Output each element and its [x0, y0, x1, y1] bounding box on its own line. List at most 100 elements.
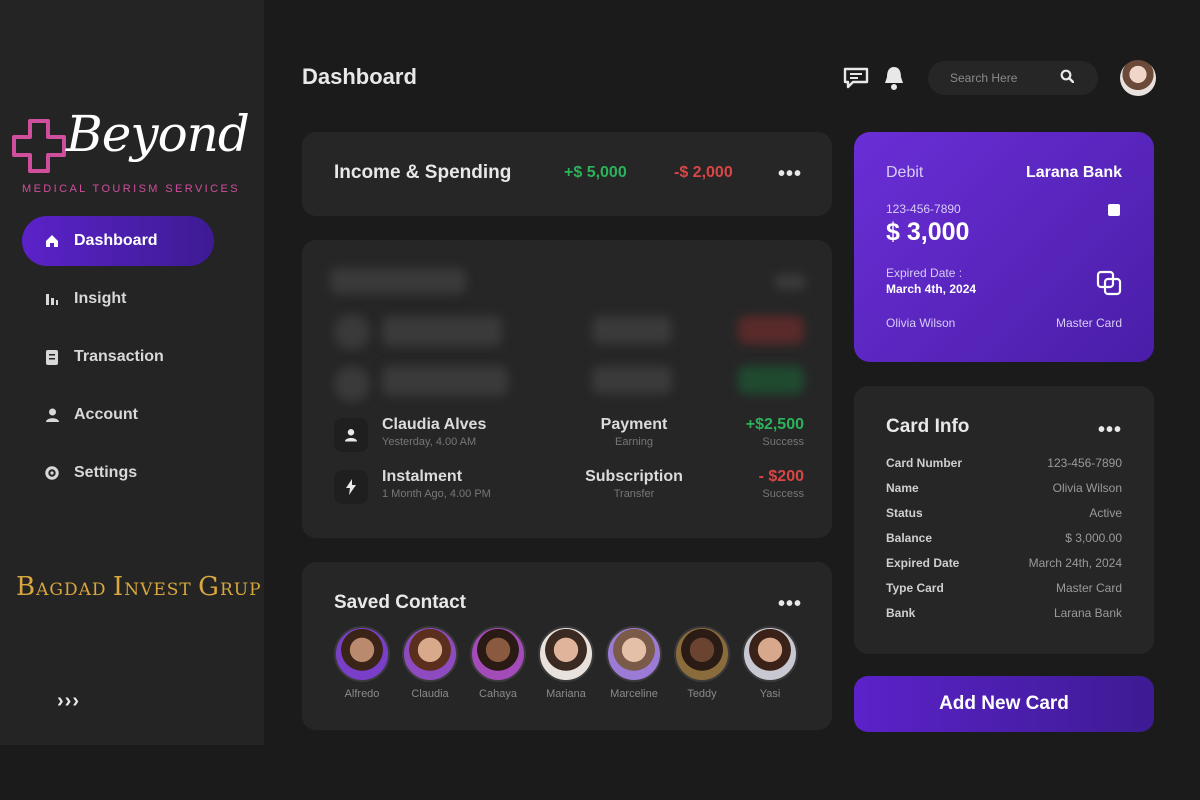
transaction-type: Subscription	[585, 468, 683, 485]
transaction-name: Claudia Alves	[382, 416, 487, 433]
card-info-value: Olivia Wilson	[1052, 481, 1122, 495]
contact-avatar	[674, 626, 730, 682]
card-chip-icon	[1108, 204, 1120, 216]
blurred-action	[774, 274, 806, 290]
card-info-row: Type Card Master Card	[886, 581, 1122, 601]
sidebar-item-dashboard[interactable]: Dashboard	[22, 216, 214, 266]
sidebar-item-label: Transaction	[74, 348, 164, 365]
user-avatar[interactable]	[1120, 60, 1156, 96]
contact-name: Mariana	[546, 688, 586, 700]
card-info-title: Card Info	[886, 416, 970, 437]
card-info-value: Master Card	[1055, 581, 1122, 595]
card-info-value: 123-456-7890	[1047, 456, 1122, 470]
contact-item[interactable]: Marceline	[602, 626, 666, 700]
card-info-row: Name Olivia Wilson	[886, 481, 1122, 501]
contact-name: Alfredo	[344, 688, 380, 700]
brand-logo[interactable]: Beyond MEDICAL TOURISM SERVICES	[10, 105, 260, 200]
blurred-avatar	[334, 314, 370, 350]
income-spending-card: Income & Spending +$ 5,000 -$ 2,000 •••	[302, 132, 832, 216]
medical-cross-icon	[12, 119, 66, 173]
transaction-amount: - $200	[758, 468, 804, 485]
card-info-key: Type Card	[886, 581, 944, 595]
contact-item[interactable]: Claudia	[398, 626, 462, 700]
card-holder: Olivia Wilson	[886, 316, 956, 330]
contact-avatar	[402, 626, 458, 682]
contact-name: Claudia	[411, 688, 449, 700]
blurred-text	[592, 316, 672, 344]
contact-avatar	[606, 626, 662, 682]
contact-item[interactable]: Mariana	[534, 626, 598, 700]
transaction-time: 1 Month Ago, 4.00 PM	[382, 488, 491, 500]
contact-item[interactable]: Alfredo	[330, 626, 394, 700]
contact-item[interactable]: Yasi	[738, 626, 802, 700]
search-icon[interactable]	[1060, 69, 1075, 88]
card-info-value: March 24th, 2024	[1028, 556, 1122, 570]
add-new-card-button[interactable]: Add New Card	[854, 676, 1154, 732]
card-info-key: Name	[886, 481, 919, 495]
transaction-status: Success	[762, 488, 804, 500]
contact-name: Yasi	[759, 688, 781, 700]
card-balance: $ 3,000	[886, 218, 970, 246]
copy-icon[interactable]	[1096, 270, 1122, 296]
debit-card[interactable]: Debit Larana Bank 123-456-7890 $ 3,000 E…	[854, 132, 1154, 362]
more-options-button[interactable]: •••	[1098, 420, 1122, 440]
chat-icon[interactable]	[842, 64, 870, 92]
transaction-name: Instalment	[382, 468, 463, 485]
bell-icon[interactable]	[880, 64, 908, 92]
transaction-status: Success	[762, 436, 804, 448]
contact-item[interactable]: Cahaya	[466, 626, 530, 700]
partner-logo: BAGDAD INVEST GRUP	[16, 572, 262, 602]
contact-avatar	[470, 626, 526, 682]
transaction-category: Earning	[615, 436, 653, 448]
contact-avatar	[334, 626, 390, 682]
transaction-category: Transfer	[613, 488, 655, 500]
bank-name: Larana Bank	[1025, 164, 1122, 181]
contact-name: Marceline	[610, 688, 658, 700]
sidebar-nav: Dashboard Insight Transaction Account Se…	[22, 216, 222, 506]
sidebar-item-account[interactable]: Account	[22, 390, 222, 440]
more-options-button[interactable]: •••	[778, 164, 802, 184]
collapse-sidebar-button[interactable]: ›››	[57, 690, 80, 713]
contact-avatar	[538, 626, 594, 682]
spending-amount: -$ 2,000	[674, 164, 733, 181]
page-title: Dashboard	[302, 64, 417, 89]
transaction-row[interactable]: Instalment 1 Month Ago, 4.00 PM Subscrip…	[334, 464, 804, 508]
contact-name: Cahaya	[479, 688, 517, 700]
transactions-card: Claudia Alves Yesterday, 4.00 AM Payment…	[302, 240, 832, 538]
contact-avatar	[742, 626, 798, 682]
sidebar-item-label: Account	[74, 406, 138, 423]
contact-item[interactable]: Teddy	[670, 626, 734, 700]
card-info-key: Card Number	[886, 456, 963, 470]
sidebar-item-insight[interactable]: Insight	[22, 274, 222, 324]
saved-contacts-card: Saved Contact ••• Alfredo Claudia Cahaya…	[302, 562, 832, 730]
sidebar-item-settings[interactable]: Settings	[22, 448, 222, 498]
search-input[interactable]	[950, 71, 1060, 85]
card-info-row: Card Number 123-456-7890	[886, 456, 1122, 476]
transaction-row[interactable]: Claudia Alves Yesterday, 4.00 AM Payment…	[334, 412, 804, 456]
card-info-key: Status	[886, 506, 923, 520]
card-number: 123-456-7890	[886, 202, 961, 216]
expired-date-value: March 4th, 2024	[886, 282, 977, 296]
blurred-avatar	[334, 366, 370, 402]
search-bar	[928, 61, 1098, 95]
sidebar-item-label: Settings	[74, 464, 138, 481]
blurred-text	[382, 366, 508, 396]
document-icon	[44, 349, 60, 365]
home-icon	[44, 233, 60, 249]
brand-tagline: MEDICAL TOURISM SERVICES	[22, 183, 240, 195]
blurred-amount	[738, 366, 804, 394]
transaction-amount: +$2,500	[745, 416, 804, 433]
income-spending-title: Income & Spending	[334, 162, 512, 183]
contact-name: Teddy	[687, 688, 717, 700]
more-options-button[interactable]: •••	[778, 594, 802, 614]
card-info-key: Balance	[886, 531, 933, 545]
card-info-key: Expired Date	[886, 556, 960, 570]
lightning-icon	[334, 470, 368, 504]
card-info-row: Bank Larana Bank	[886, 606, 1122, 626]
blurred-text	[592, 366, 672, 394]
sidebar-item-transaction[interactable]: Transaction	[22, 332, 222, 382]
income-amount: +$ 5,000	[564, 164, 627, 181]
sidebar: Beyond MEDICAL TOURISM SERVICES Dashboar…	[0, 0, 264, 745]
card-info-row: Expired Date March 24th, 2024	[886, 556, 1122, 576]
blurred-text	[382, 316, 502, 346]
